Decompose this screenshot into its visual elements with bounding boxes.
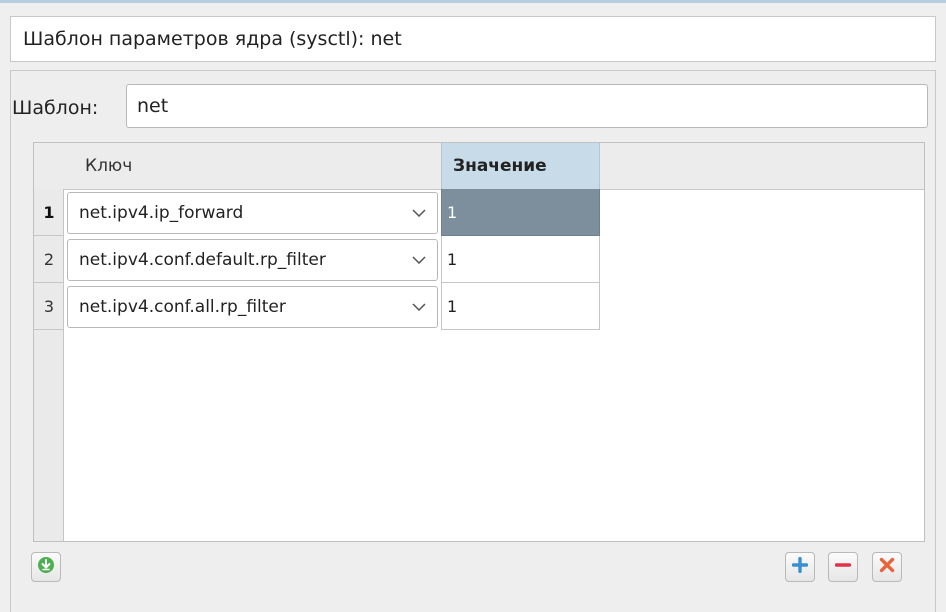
delete-x-icon bbox=[879, 557, 895, 577]
chevron-down-icon bbox=[411, 287, 427, 327]
clear-all-button[interactable] bbox=[872, 552, 902, 582]
table-header: Ключ Значение bbox=[34, 143, 924, 190]
column-header-value[interactable]: Значение bbox=[441, 143, 600, 189]
window-top-border bbox=[0, 0, 946, 3]
add-row-button[interactable] bbox=[785, 552, 815, 582]
key-select-value: net.ipv4.conf.default.rp_filter bbox=[79, 250, 326, 270]
template-name-input[interactable]: net bbox=[126, 84, 928, 128]
plus-icon bbox=[791, 556, 809, 577]
minus-icon bbox=[834, 557, 852, 577]
key-select-row-1[interactable]: net.ipv4.ip_forward bbox=[67, 192, 438, 234]
column-header-key[interactable]: Ключ bbox=[85, 143, 132, 189]
key-select-row-2[interactable]: net.ipv4.conf.default.rp_filter bbox=[67, 239, 438, 281]
row-number-2[interactable]: 2 bbox=[34, 236, 64, 283]
template-label: Шаблон: bbox=[12, 97, 99, 119]
remove-row-button[interactable] bbox=[828, 552, 858, 582]
key-select-value: net.ipv4.ip_forward bbox=[79, 203, 244, 223]
dialog-title: Шаблон параметров ядра (sysctl): net bbox=[10, 16, 936, 62]
value-cell-row-3[interactable]: 1 bbox=[441, 283, 600, 330]
sysctl-table: Ключ Значение 1 2 3 net.ipv4.ip_forward … bbox=[33, 142, 925, 542]
row-number-1[interactable]: 1 bbox=[34, 189, 64, 236]
key-select-row-3[interactable]: net.ipv4.conf.all.rp_filter bbox=[67, 286, 438, 328]
row-number-gutter: 1 2 3 bbox=[34, 189, 64, 541]
key-select-value: net.ipv4.conf.all.rp_filter bbox=[79, 297, 286, 317]
import-button[interactable] bbox=[31, 552, 61, 582]
row-number-3[interactable]: 3 bbox=[34, 283, 64, 330]
value-cell-row-2[interactable]: 1 bbox=[441, 236, 600, 283]
download-circle-icon bbox=[37, 556, 55, 578]
value-cell-row-1[interactable]: 1 bbox=[441, 189, 600, 236]
chevron-down-icon bbox=[411, 193, 427, 233]
chevron-down-icon bbox=[411, 240, 427, 280]
